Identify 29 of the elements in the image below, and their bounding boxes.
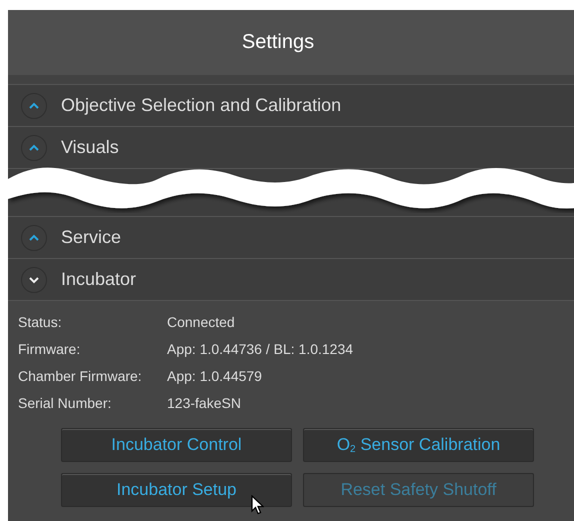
section-header[interactable]: Objective Selection and Calibration: [8, 85, 574, 127]
cursor-icon: [251, 495, 264, 515]
field-value: App: 1.0.44579: [167, 368, 263, 384]
field-value: App: 1.0.44736 / BL: 1.0.1234: [167, 341, 354, 357]
chevron-down-icon: [28, 276, 40, 284]
section-header[interactable]: Incubator: [8, 259, 574, 301]
section-title: Visuals: [61, 137, 119, 158]
field-label: Firmware:: [18, 341, 82, 357]
incubator-button[interactable]: O$_{2}$ Sensor Calibration: [303, 428, 534, 462]
section-title: Objective Selection and Calibration: [61, 95, 342, 116]
field-value: 123-fakeSN: [167, 395, 242, 411]
chevron-up-icon: [28, 234, 40, 242]
window-title: Settings: [242, 31, 314, 54]
chevron-up-icon: [28, 102, 40, 110]
section-header[interactable]: Service: [8, 217, 574, 259]
chevron-button[interactable]: [21, 134, 47, 160]
incubator-button[interactable]: Incubator Setup: [61, 473, 292, 507]
section-title: Incubator: [61, 269, 136, 290]
chevron-button[interactable]: [21, 92, 47, 118]
chevron-button[interactable]: [21, 224, 47, 250]
field-label: Serial Number:: [18, 395, 112, 411]
field-label: Status:: [18, 314, 63, 330]
field-value: Connected: [167, 314, 236, 330]
incubator-button[interactable]: Incubator Control: [61, 428, 292, 462]
section-title: Service: [61, 227, 122, 248]
chevron-button[interactable]: [21, 266, 47, 292]
chevron-up-icon: [28, 144, 40, 152]
field-label: Chamber Firmware:: [18, 368, 143, 384]
section-header[interactable]: Visuals: [8, 127, 574, 169]
